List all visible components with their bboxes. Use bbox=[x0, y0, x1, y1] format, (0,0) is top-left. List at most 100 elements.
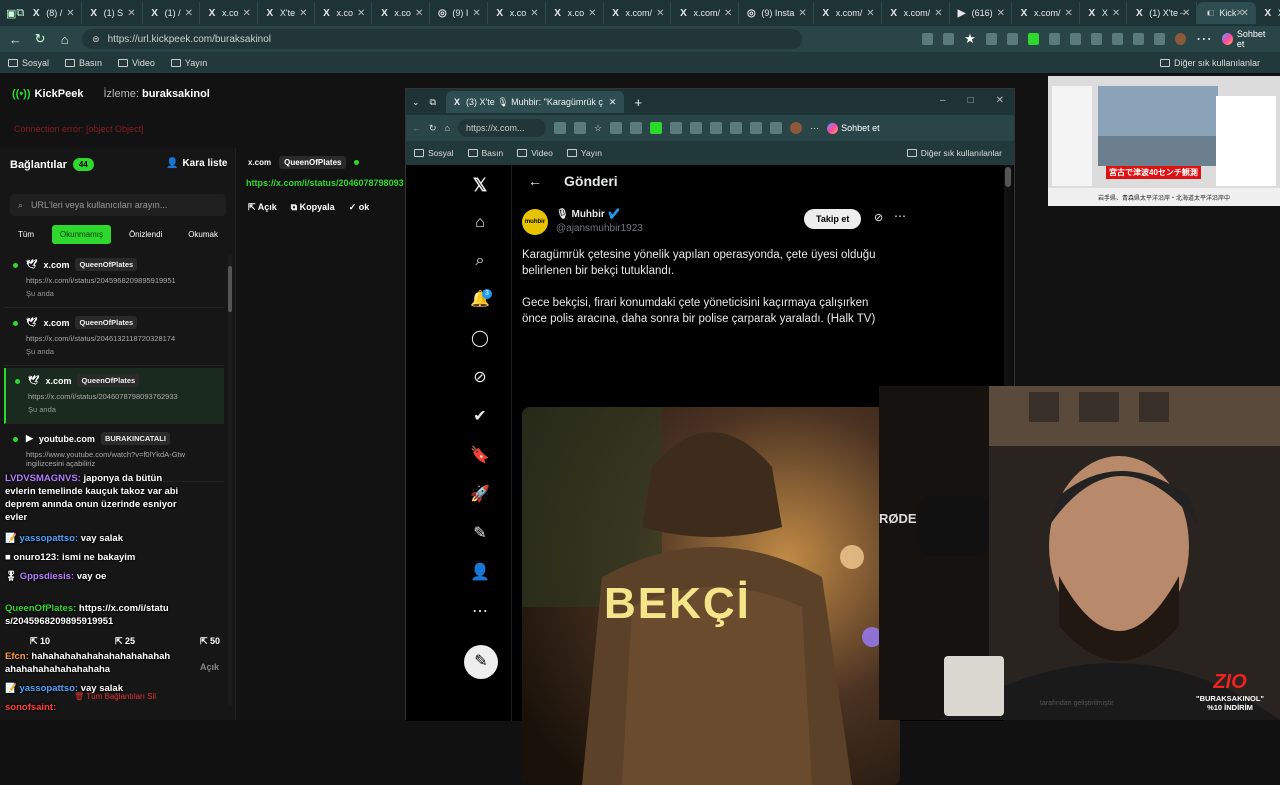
browser-tab[interactable]: Xx.co ✕ bbox=[488, 2, 546, 24]
close-tab-icon[interactable]: ✕ bbox=[299, 8, 307, 19]
close-tab-icon[interactable]: ✕ bbox=[472, 8, 480, 19]
translate-icon[interactable] bbox=[922, 33, 934, 45]
post-more-icon[interactable]: ⋯ bbox=[894, 209, 906, 223]
extension-icon[interactable] bbox=[650, 122, 663, 134]
extension-icon[interactable] bbox=[985, 33, 997, 45]
more-icon[interactable]: ⋯ bbox=[470, 602, 490, 622]
other-bookmarks[interactable]: Diğer sık kullanılanlar bbox=[1159, 58, 1260, 68]
close-tab-icon[interactable]: ✕ bbox=[866, 8, 874, 19]
home-icon[interactable]: ⌂ bbox=[445, 123, 450, 133]
scroll-thumb[interactable] bbox=[1005, 167, 1011, 187]
reload-icon[interactable]: ↻ bbox=[33, 31, 48, 47]
browser-tab[interactable]: ▶ (616) ✕ bbox=[950, 2, 1012, 24]
browser-tab[interactable]: Xx.co ✕ bbox=[315, 2, 373, 24]
workspaces-icon[interactable]: ▣ bbox=[6, 7, 16, 20]
menu-icon[interactable]: ⋯ bbox=[810, 123, 819, 134]
back-icon[interactable]: ← bbox=[8, 32, 23, 47]
url-field[interactable]: ⊜ https://url.kickpeek.com/buraksakinol bbox=[82, 29, 803, 49]
close-tab-icon[interactable]: ✕ bbox=[185, 8, 193, 19]
open-button[interactable]: ⇱ Açık bbox=[248, 202, 277, 213]
copilot-button[interactable]: Sohbet et bbox=[1221, 29, 1272, 49]
filter-previewed[interactable]: Önizlendi bbox=[121, 225, 170, 244]
extension-icon[interactable] bbox=[1006, 33, 1018, 45]
popup-tab[interactable]: X (3) X'te 🎙 Muhbir: "Karagümrük ç ✕ bbox=[445, 91, 625, 113]
author-name[interactable]: 🎙 Muhbir ✔ bbox=[556, 209, 620, 220]
close-tab-icon[interactable]: ✕ bbox=[798, 8, 806, 19]
scroll-thumb[interactable] bbox=[228, 266, 232, 312]
tab-list-icon[interactable]: ⌄ bbox=[412, 97, 420, 108]
bookmark-folder-sosyal[interactable]: Sosyal bbox=[414, 148, 454, 158]
filter-unread[interactable]: Okunmamış bbox=[51, 224, 112, 244]
connection-item[interactable]: 🕊 x.com QueenOfPlates https://x.com/i/stat… bbox=[4, 310, 224, 366]
favorite-star-icon[interactable]: ☆ bbox=[594, 123, 602, 134]
extension-icon[interactable] bbox=[730, 122, 743, 134]
browser-tab[interactable]: Xx.co ✕ bbox=[372, 2, 431, 24]
connections-scrollbar[interactable] bbox=[228, 254, 232, 706]
extension-icon[interactable] bbox=[553, 122, 566, 134]
favorite-star-icon[interactable]: ★ bbox=[964, 31, 976, 47]
grok-explain-icon[interactable]: ⊘ bbox=[874, 211, 883, 224]
copilot-button[interactable]: Sohbet et bbox=[827, 122, 880, 134]
search-input[interactable]: ⌕ URL'leri veya kullanıcıları arayın... bbox=[10, 194, 226, 216]
author-avatar[interactable]: muhbir bbox=[522, 209, 548, 235]
close-tab-icon[interactable]: ✕ bbox=[1065, 8, 1073, 19]
other-bookmarks[interactable]: Diğer sık kullanılanlar bbox=[906, 148, 1002, 158]
lists-icon[interactable]: ✎ bbox=[470, 524, 490, 544]
bookmark-folder-basin[interactable]: Basın bbox=[65, 58, 102, 68]
close-tab-icon[interactable]: ✕ bbox=[656, 8, 664, 19]
back-icon[interactable]: ← bbox=[412, 123, 421, 133]
messages-icon[interactable]: ◯ bbox=[470, 329, 490, 349]
close-tab-icon[interactable]: ✕ bbox=[934, 8, 942, 19]
close-tab-icon[interactable]: ✕ bbox=[415, 8, 423, 19]
close-tab-icon[interactable]: ✕ bbox=[997, 8, 1005, 19]
browser-tab[interactable]: ◎ (9) I ✕ bbox=[430, 2, 488, 24]
window-controls[interactable]: –□✕ bbox=[1180, 8, 1266, 19]
grok-icon[interactable]: ⊘ bbox=[470, 368, 490, 388]
close-tab-icon[interactable]: ✕ bbox=[530, 8, 538, 19]
load-10-button[interactable]: ⇱ 10 bbox=[30, 636, 50, 647]
back-arrow-icon[interactable]: ← bbox=[528, 173, 542, 189]
browser-tab[interactable]: Xx.co ✕ bbox=[200, 2, 258, 24]
browser-tab[interactable]: Xx.com/✕ bbox=[882, 2, 950, 24]
filter-read[interactable]: Okumak bbox=[180, 225, 226, 244]
connection-item[interactable]: 🕊 x.com QueenOfPlates https://x.com/i/stat… bbox=[4, 252, 224, 308]
filter-all[interactable]: Tüm bbox=[10, 225, 42, 244]
new-tab-button[interactable]: + bbox=[634, 95, 642, 110]
bookmark-folder-yayin[interactable]: Yayın bbox=[170, 58, 207, 68]
extension-icon[interactable] bbox=[690, 122, 703, 134]
extension-icon[interactable] bbox=[1090, 33, 1102, 45]
close-tab-icon[interactable]: ✕ bbox=[357, 8, 365, 19]
bookmarks-icon[interactable]: 🔖 bbox=[470, 446, 490, 466]
profile-icon[interactable]: 👤 bbox=[470, 563, 490, 583]
search-icon[interactable]: ⌕ bbox=[470, 251, 490, 271]
maximize-icon[interactable]: □ bbox=[968, 95, 974, 106]
profile-avatar[interactable] bbox=[790, 122, 803, 134]
close-tab-icon[interactable]: ✕ bbox=[243, 8, 251, 19]
profile-avatar[interactable] bbox=[1174, 33, 1186, 45]
load-50-button[interactable]: ⇱ 50 bbox=[200, 636, 220, 647]
x-logo-icon[interactable]: 𝕏 bbox=[470, 175, 490, 195]
browser-tab[interactable]: XX ✕ bbox=[1080, 2, 1128, 24]
extension-icon[interactable] bbox=[630, 122, 643, 134]
selected-url[interactable]: https://x.com/i/status/2046078798093 bbox=[246, 178, 412, 188]
site-info-icon[interactable]: ⊜ bbox=[92, 34, 100, 45]
extension-icon[interactable] bbox=[610, 122, 623, 134]
menu-icon[interactable]: ⋯ bbox=[1196, 29, 1212, 49]
browser-tab[interactable]: X (1) S ✕ bbox=[82, 2, 143, 24]
extension-icon[interactable] bbox=[1111, 33, 1123, 45]
extension-icon[interactable] bbox=[750, 122, 763, 134]
home-icon[interactable]: ⌂ bbox=[57, 32, 72, 47]
tab-actions-icon[interactable]: ⧉ bbox=[16, 7, 24, 20]
browser-tab[interactable]: Xx.com/✕ bbox=[604, 2, 672, 24]
home-icon[interactable]: ⌂ bbox=[470, 213, 490, 233]
close-tab-icon[interactable]: ✕ bbox=[609, 97, 617, 108]
connection-item-selected[interactable]: 🕊 x.com QueenOfPlates https://x.com/i/stat… bbox=[4, 368, 224, 424]
browser-tab[interactable]: Xx.co ✕ bbox=[546, 2, 604, 24]
extension-icon[interactable] bbox=[1069, 33, 1081, 45]
kickpeek-logo[interactable]: ((•)) KickPeek bbox=[12, 88, 83, 100]
delete-all-button[interactable]: 🗑 Tüm Bağlantıları Sil bbox=[74, 692, 156, 701]
close-tab-icon[interactable]: ✕ bbox=[588, 8, 596, 19]
browser-tab[interactable]: Xx.com/✕ bbox=[1012, 2, 1080, 24]
minimize-icon[interactable]: – bbox=[940, 95, 946, 106]
author-handle[interactable]: @ajansmuhbir1923 bbox=[556, 223, 643, 234]
